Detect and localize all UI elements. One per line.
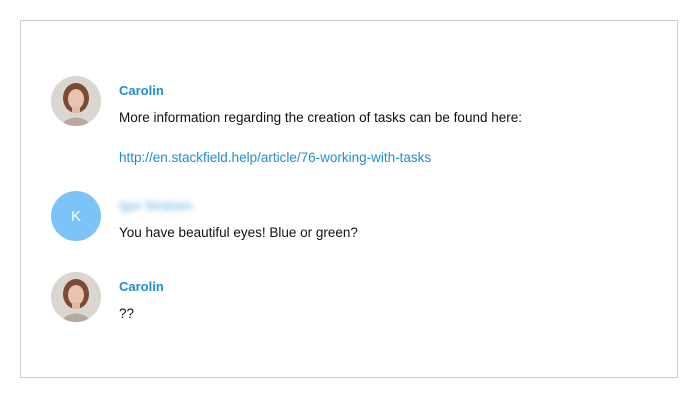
chat-panel: Carolin More information regarding the c…	[20, 20, 678, 378]
message-link[interactable]: http://en.stackfield.help/article/76-wor…	[119, 150, 431, 165]
user-avatar[interactable]	[51, 76, 101, 126]
person-photo-icon	[51, 272, 101, 322]
user-avatar[interactable]: K	[51, 191, 101, 241]
message-text: More information regarding the creation …	[119, 110, 522, 125]
message-author[interactable]: Igor Stratsev	[119, 198, 193, 213]
message-text: ??	[119, 306, 135, 321]
person-photo-icon	[51, 76, 101, 126]
message-text: You have beautiful eyes! Blue or green?	[119, 225, 358, 240]
message-author[interactable]: Carolin	[119, 83, 164, 98]
message-author[interactable]: Carolin	[119, 279, 164, 294]
user-avatar[interactable]	[51, 272, 101, 322]
